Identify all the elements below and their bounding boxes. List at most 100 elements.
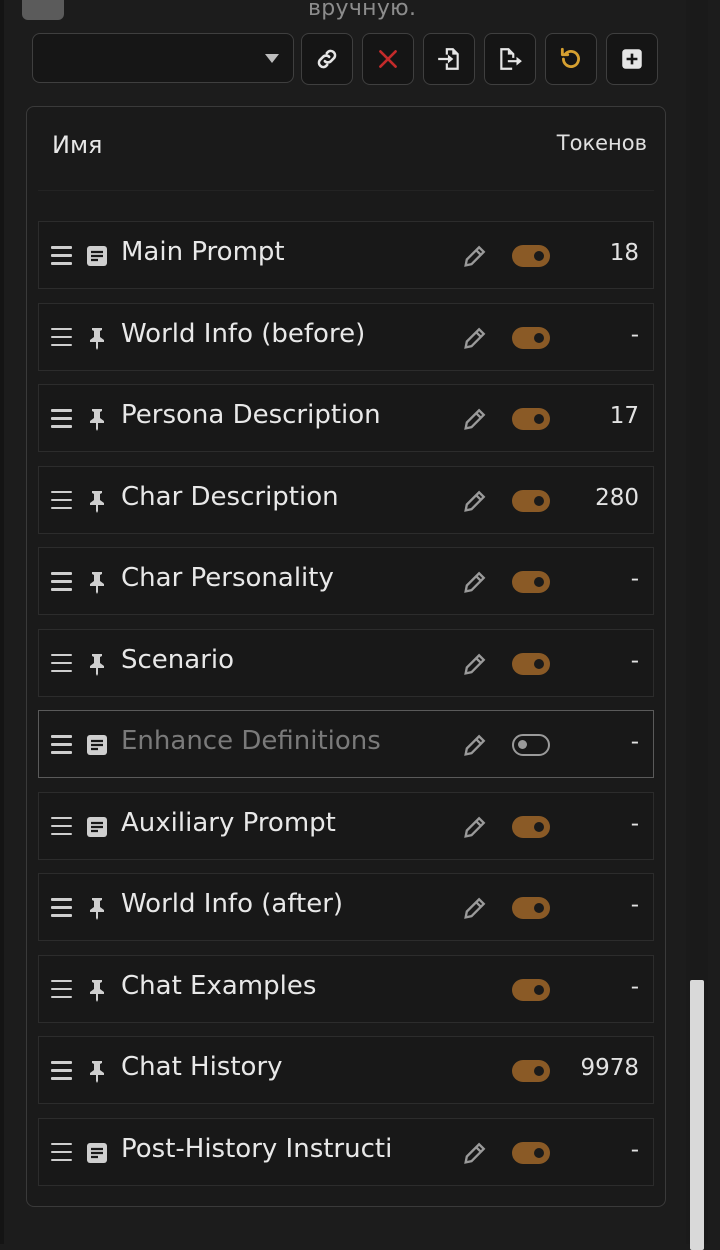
list-item[interactable]: Chat History 9978: [38, 1036, 654, 1104]
prompt-name[interactable]: Persona Description: [121, 400, 381, 430]
import-button[interactable]: [423, 33, 475, 85]
drag-handle-icon[interactable]: [51, 735, 72, 754]
enable-toggle[interactable]: [512, 571, 550, 593]
edit-icon[interactable]: [461, 650, 489, 678]
list-item[interactable]: Auxiliary Prompt -: [38, 791, 654, 860]
enable-toggle[interactable]: [512, 1060, 550, 1082]
drag-handle-icon[interactable]: [51, 409, 72, 428]
token-count: -: [630, 321, 639, 348]
list-item[interactable]: Scenario -: [38, 628, 654, 697]
drag-handle-icon[interactable]: [51, 979, 72, 998]
list-item[interactable]: Persona Description 17: [38, 384, 654, 452]
delete-button[interactable]: [362, 33, 414, 85]
text-icon: [85, 1141, 109, 1165]
enable-toggle[interactable]: [512, 652, 550, 675]
token-count: -: [630, 729, 639, 755]
enable-toggle[interactable]: [512, 1141, 550, 1164]
edit-icon[interactable]: [461, 568, 489, 596]
prompt-name[interactable]: Char Description: [121, 482, 339, 512]
list-item[interactable]: World Info (after) -: [38, 873, 654, 941]
text-icon: [85, 244, 109, 268]
token-count: -: [630, 566, 639, 592]
token-count: -: [630, 973, 639, 1000]
edit-icon[interactable]: [461, 894, 489, 922]
drag-handle-icon[interactable]: [51, 1061, 72, 1080]
drag-handle-icon[interactable]: [51, 1142, 72, 1161]
enable-toggle[interactable]: [512, 489, 550, 512]
prompt-order-select[interactable]: [32, 33, 294, 83]
drag-handle-icon[interactable]: [51, 246, 72, 265]
enable-toggle[interactable]: [512, 408, 550, 430]
pin-icon: [85, 652, 109, 676]
list-item[interactable]: Chat Examples -: [38, 954, 654, 1023]
token-count: 17: [609, 403, 639, 429]
prompt-name[interactable]: World Info (after): [121, 889, 343, 919]
drag-handle-icon[interactable]: [51, 653, 72, 672]
drag-handle-icon[interactable]: [51, 490, 72, 509]
close-icon: [379, 50, 397, 68]
list-item[interactable]: Char Personality -: [38, 547, 654, 615]
prompt-name[interactable]: Main Prompt: [121, 237, 285, 267]
token-count: 280: [595, 484, 639, 511]
token-count: -: [630, 1136, 639, 1163]
reset-button[interactable]: [545, 33, 597, 85]
prompt-name[interactable]: Char Personality: [121, 563, 334, 593]
edit-icon[interactable]: [461, 405, 489, 433]
list-item[interactable]: Main Prompt 18: [38, 221, 654, 289]
enable-toggle[interactable]: [512, 326, 550, 349]
list-item[interactable]: Post-History Instructi -: [38, 1117, 654, 1186]
drag-handle-icon[interactable]: [51, 898, 72, 917]
pin-icon: [85, 978, 109, 1002]
header-divider: [38, 190, 654, 191]
edit-icon[interactable]: [461, 813, 489, 841]
prompt-name[interactable]: Scenario: [121, 645, 234, 675]
left-border: [0, 0, 4, 1244]
enable-toggle[interactable]: [512, 245, 550, 267]
chevron-down-icon: [265, 54, 279, 63]
token-count: 18: [609, 240, 639, 266]
prompt-name[interactable]: World Info (before): [121, 319, 365, 349]
import-icon: [438, 48, 459, 70]
prompt-name[interactable]: Post-History Instructi: [121, 1134, 392, 1164]
token-count: -: [630, 810, 639, 837]
text-icon: [85, 733, 109, 757]
drag-handle-icon[interactable]: [51, 816, 72, 835]
text-icon: [85, 815, 109, 839]
link-icon: [317, 49, 337, 69]
enable-toggle[interactable]: [512, 734, 550, 756]
pin-icon: [85, 326, 109, 350]
manual-checkbox[interactable]: [22, 0, 64, 20]
prompt-name[interactable]: Enhance Definitions: [121, 726, 381, 756]
prompt-name[interactable]: Chat Examples: [121, 971, 316, 1001]
pin-icon: [85, 489, 109, 513]
list-item[interactable]: Char Description 280: [38, 465, 654, 534]
pin-icon: [85, 1059, 109, 1083]
enable-toggle[interactable]: [512, 978, 550, 1001]
list-item[interactable]: World Info (before) -: [38, 302, 654, 371]
prompt-name[interactable]: Chat History: [121, 1052, 283, 1082]
edit-icon[interactable]: [461, 487, 489, 515]
add-button[interactable]: [606, 33, 658, 85]
token-count: -: [630, 647, 639, 674]
column-header-name: Имя: [52, 131, 103, 159]
token-count: 9978: [580, 1055, 639, 1081]
edit-icon[interactable]: [461, 731, 489, 759]
export-icon: [500, 48, 522, 70]
scrollbar-thumb[interactable]: [690, 980, 704, 1250]
edit-icon[interactable]: [461, 1139, 489, 1167]
enable-toggle[interactable]: [512, 815, 550, 838]
link-button[interactable]: [301, 33, 353, 85]
pin-icon: [85, 570, 109, 594]
list-item[interactable]: Enhance Definitions -: [38, 710, 654, 778]
add-icon: [622, 49, 642, 69]
prompt-name[interactable]: Auxiliary Prompt: [121, 808, 336, 838]
edit-icon[interactable]: [461, 324, 489, 352]
pin-icon: [85, 407, 109, 431]
reset-icon: [560, 47, 580, 68]
drag-handle-icon[interactable]: [51, 572, 72, 591]
enable-toggle[interactable]: [512, 897, 550, 919]
drag-handle-icon[interactable]: [51, 327, 72, 346]
export-button[interactable]: [484, 33, 536, 85]
token-count: -: [630, 892, 639, 918]
edit-icon[interactable]: [461, 242, 489, 270]
